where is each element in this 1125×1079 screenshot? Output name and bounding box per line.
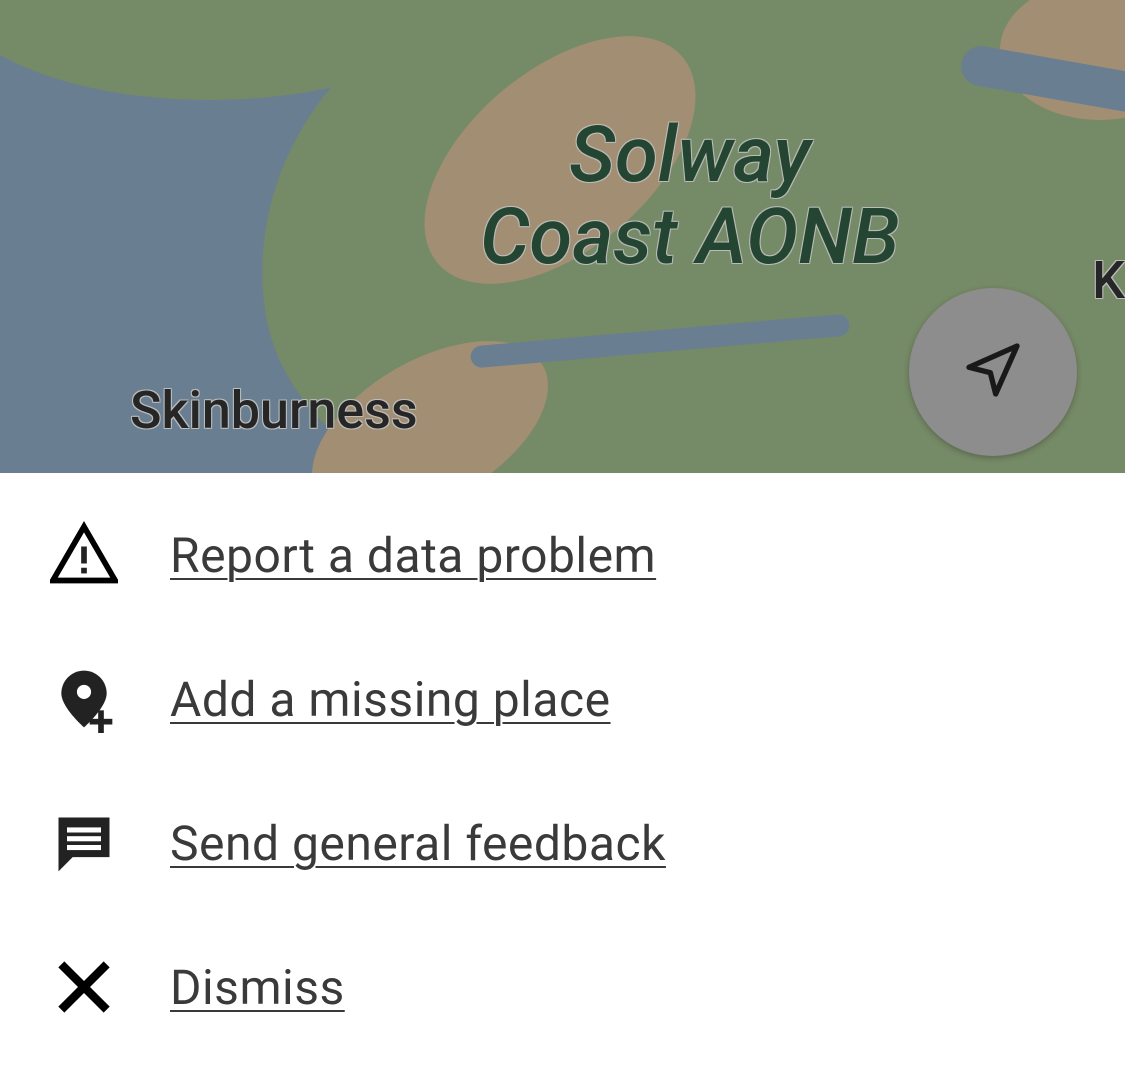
menu-item-dismiss[interactable]: Dismiss bbox=[0, 915, 1125, 1059]
map-label-town: Skinburness bbox=[130, 380, 418, 441]
my-location-button[interactable] bbox=[909, 288, 1077, 456]
close-icon bbox=[50, 953, 170, 1021]
map-label-edge: K bbox=[1092, 250, 1125, 311]
feedback-menu: Report a data problem Add a missing plac… bbox=[0, 473, 1125, 1079]
menu-item-send-feedback[interactable]: Send general feedback bbox=[0, 771, 1125, 915]
menu-item-label: Dismiss bbox=[170, 959, 345, 1016]
menu-item-label: Add a missing place bbox=[170, 671, 611, 728]
menu-item-add-missing-place[interactable]: Add a missing place bbox=[0, 627, 1125, 771]
chat-lines-icon bbox=[50, 809, 170, 877]
menu-item-label: Send general feedback bbox=[170, 815, 666, 872]
pin-plus-icon bbox=[50, 665, 170, 733]
menu-item-report-data-problem[interactable]: Report a data problem bbox=[0, 483, 1125, 627]
map-area[interactable]: Solway Coast AONB Skinburness K bbox=[0, 0, 1125, 473]
menu-item-label: Report a data problem bbox=[170, 527, 656, 584]
warning-triangle-icon bbox=[50, 521, 170, 589]
navigation-arrow-icon bbox=[961, 338, 1025, 406]
map-label-aonb: Solway Coast AONB bbox=[480, 115, 900, 279]
